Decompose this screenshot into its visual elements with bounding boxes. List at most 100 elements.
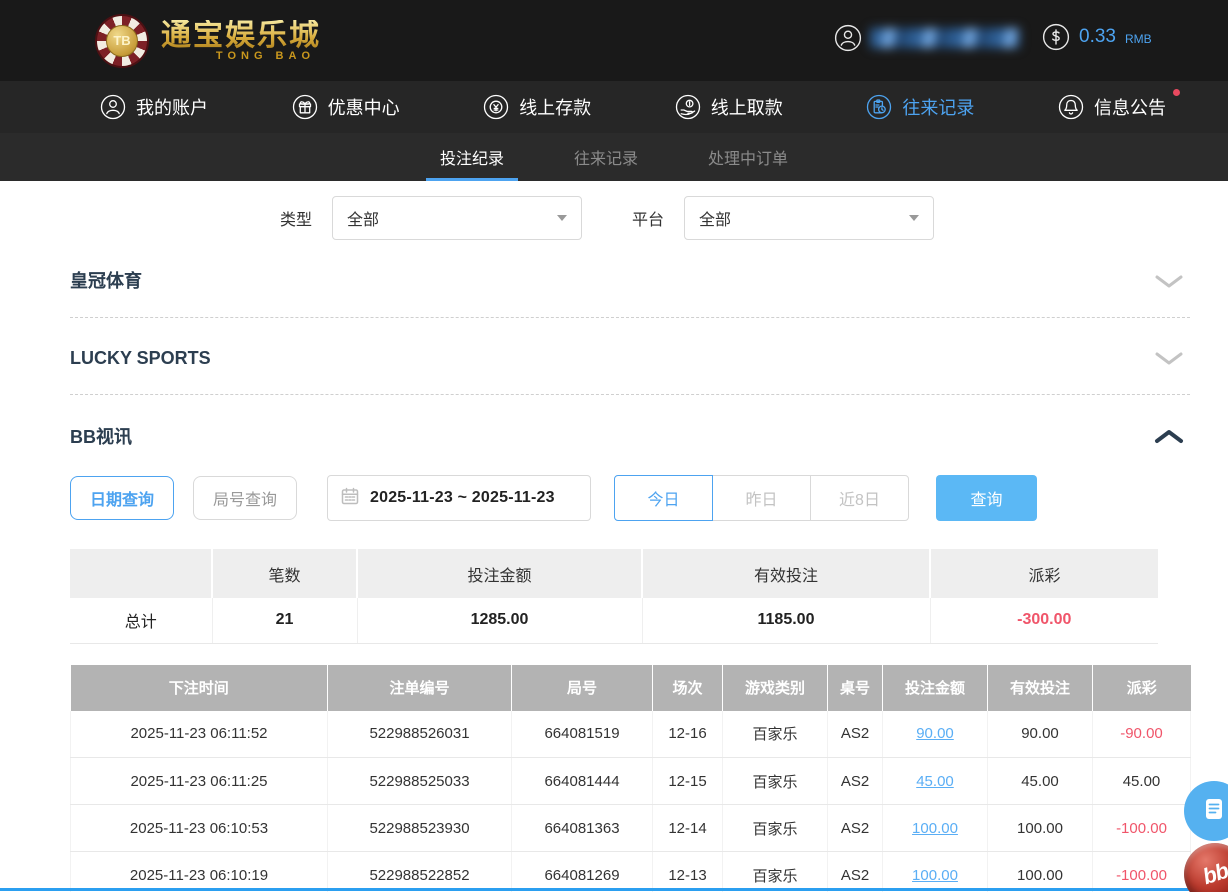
cell-valid-bet: 90.00 xyxy=(988,711,1093,758)
section-lucky-sports[interactable]: LUCKY SPORTS xyxy=(70,318,1190,395)
cell-bet-time: 2025-11-23 06:11:25 xyxy=(71,758,328,805)
cell-game-type: 百家乐 xyxy=(723,711,828,758)
platform-select[interactable]: 全部 xyxy=(684,196,934,240)
type-filter-label: 类型 xyxy=(280,206,312,230)
summary-header-valid-bet: 有效投注 xyxy=(642,549,930,598)
bb-logo: bb xyxy=(1199,858,1228,890)
chevron-down-icon[interactable] xyxy=(1154,274,1184,294)
table-row: 2025-11-23 06:10:19 522988522852 6640812… xyxy=(71,852,1191,892)
nav-item-promotions[interactable]: 优惠中心 xyxy=(292,94,400,120)
bell-icon xyxy=(1058,94,1084,120)
last-8-days-button[interactable]: 近8日 xyxy=(810,475,909,521)
bet-amount-link[interactable]: 45.00 xyxy=(916,773,954,790)
summary-header-row: 笔数 投注金额 有效投注 派彩 xyxy=(70,549,1158,598)
withdraw-icon xyxy=(675,94,701,120)
header-game-type: 游戏类别 xyxy=(723,665,828,711)
section-title: LUCKY SPORTS xyxy=(70,348,1190,368)
summary-count: 21 xyxy=(212,598,357,643)
deposit-icon xyxy=(483,94,509,120)
detail-header-row: 下注时间 注单编号 局号 场次 游戏类别 桌号 投注金额 有效投注 派彩 xyxy=(71,665,1191,711)
bet-amount-link[interactable]: 100.00 xyxy=(912,867,958,884)
section-title: 皇冠体育 xyxy=(70,271,1190,291)
filter-row: 类型 全部 平台 全部 xyxy=(280,195,1228,241)
tab-pending-orders[interactable]: 处理中订单 xyxy=(694,133,802,181)
balance-currency: RMB xyxy=(1125,32,1152,46)
cell-payout: -100.00 xyxy=(1093,805,1191,852)
user-icon xyxy=(100,94,126,120)
user-account[interactable] xyxy=(834,24,1020,52)
cell-round-id: 664081269 xyxy=(512,852,653,892)
type-select-value: 全部 xyxy=(347,206,379,230)
chevron-up-icon[interactable] xyxy=(1154,429,1184,449)
nav-item-deposit[interactable]: 线上存款 xyxy=(483,94,591,120)
today-button[interactable]: 今日 xyxy=(614,475,713,521)
tab-bet-records[interactable]: 投注纪录 xyxy=(426,133,518,181)
date-range-value: 2025-11-23 ~ 2025-11-23 xyxy=(370,489,555,507)
casino-chip-icon: TB xyxy=(95,14,149,68)
chevron-down-icon xyxy=(557,215,567,221)
summary-header-bet-amount: 投注金额 xyxy=(357,549,642,598)
cell-table-no: AS2 xyxy=(828,711,883,758)
nav-label: 往来记录 xyxy=(902,94,974,120)
records-icon xyxy=(866,94,892,120)
yesterday-button[interactable]: 昨日 xyxy=(712,475,811,521)
summary-total-row: 总计 21 1285.00 1185.00 -300.00 xyxy=(70,598,1158,643)
cell-session: 12-14 xyxy=(653,805,723,852)
header-round-id: 局号 xyxy=(512,665,653,711)
nav-item-withdraw[interactable]: 线上取款 xyxy=(675,94,783,120)
nav-label: 线上取款 xyxy=(711,94,783,120)
summary-header-payout: 派彩 xyxy=(930,549,1158,598)
brand-subtitle: TONG BAO xyxy=(161,50,321,62)
cell-table-no: AS2 xyxy=(828,805,883,852)
section-title: BB视讯 xyxy=(70,427,1190,447)
header-bet-amount: 投注金额 xyxy=(883,665,988,711)
cell-valid-bet: 100.00 xyxy=(988,852,1093,892)
nav-item-records[interactable]: 往来记录 xyxy=(866,94,974,120)
platform-select-value: 全部 xyxy=(699,206,731,230)
section-crown-sports[interactable]: 皇冠体育 xyxy=(70,241,1190,318)
cell-payout: 45.00 xyxy=(1093,758,1191,805)
header-table-no: 桌号 xyxy=(828,665,883,711)
bet-amount-link[interactable]: 100.00 xyxy=(912,820,958,837)
cell-session: 12-16 xyxy=(653,711,723,758)
summary-bet-amount: 1285.00 xyxy=(357,598,642,643)
cell-game-type: 百家乐 xyxy=(723,852,828,892)
quick-date-group: 今日 昨日 近8日 xyxy=(614,475,909,521)
chevron-down-icon[interactable] xyxy=(1154,351,1184,371)
bet-amount-link[interactable]: 90.00 xyxy=(916,725,954,742)
table-row: 2025-11-23 06:10:53 522988523930 6640813… xyxy=(71,805,1191,852)
cell-valid-bet: 100.00 xyxy=(988,805,1093,852)
nav-item-my-account[interactable]: 我的账户 xyxy=(100,94,208,120)
chip-label: TB xyxy=(106,25,138,57)
notification-dot xyxy=(1173,89,1180,96)
chevron-down-icon xyxy=(909,215,919,221)
tab-transactions[interactable]: 往来记录 xyxy=(560,133,652,181)
summary-header-blank xyxy=(70,549,212,598)
section-bb-live[interactable]: BB视讯 xyxy=(70,395,1190,447)
nav-item-announcements[interactable]: 信息公告 xyxy=(1058,94,1166,120)
round-query-button[interactable]: 局号查询 xyxy=(193,476,297,520)
cell-bet-id: 522988522852 xyxy=(328,852,512,892)
cell-bet-time: 2025-11-23 06:10:53 xyxy=(71,805,328,852)
calendar-icon xyxy=(340,486,360,511)
top-header: TB 通宝娱乐城 TONG BAO 0.33 RMB xyxy=(0,0,1228,81)
balance-amount: 0.33 xyxy=(1079,26,1116,48)
cell-bet-id: 522988525033 xyxy=(328,758,512,805)
summary-payout: -300.00 xyxy=(930,598,1158,643)
bottom-accent-line xyxy=(0,888,1228,891)
cell-game-type: 百家乐 xyxy=(723,758,828,805)
cell-table-no: AS2 xyxy=(828,852,883,892)
table-row: 2025-11-23 06:11:52 522988526031 6640815… xyxy=(71,711,1191,758)
balance-display: 0.33 RMB xyxy=(1042,23,1152,51)
date-query-button[interactable]: 日期查询 xyxy=(70,476,174,520)
header-valid-bet: 有效投注 xyxy=(988,665,1093,711)
document-icon xyxy=(1200,795,1228,828)
nav-label: 线上存款 xyxy=(519,94,591,120)
date-range-input[interactable]: 2025-11-23 ~ 2025-11-23 xyxy=(327,475,591,521)
cell-bet-id: 522988523930 xyxy=(328,805,512,852)
search-button[interactable]: 查询 xyxy=(936,475,1037,521)
record-tabs: 投注纪录 往来记录 处理中订单 xyxy=(0,133,1228,181)
cell-session: 12-15 xyxy=(653,758,723,805)
brand-logo[interactable]: TB 通宝娱乐城 TONG BAO xyxy=(95,14,321,68)
type-select[interactable]: 全部 xyxy=(332,196,582,240)
